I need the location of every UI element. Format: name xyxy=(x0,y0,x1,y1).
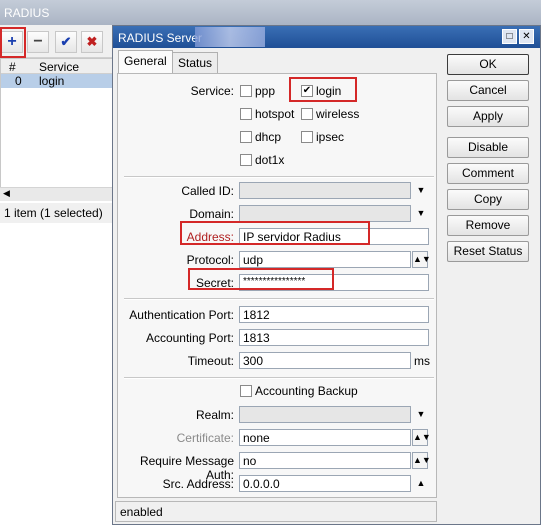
domain-label: Domain: xyxy=(189,207,234,221)
column-number[interactable]: # xyxy=(9,60,16,74)
row-service: login xyxy=(39,74,65,88)
wireless-label: wireless xyxy=(316,107,360,121)
dropdown-icon[interactable]: ▼ xyxy=(414,406,428,423)
protocol-select[interactable]: udp xyxy=(239,251,411,268)
title-blur-mark xyxy=(195,27,265,47)
ppp-checkbox[interactable] xyxy=(240,85,252,97)
collapse-icon[interactable]: ▲ xyxy=(414,475,428,492)
protocol-dropdown-icon[interactable]: ▲▼ xyxy=(412,251,431,268)
disable-button[interactable]: Disable xyxy=(447,137,529,158)
dropdown-icon[interactable]: ▼ xyxy=(414,205,428,222)
dialog-title: RADIUS Server xyxy=(113,26,540,48)
login-highlight xyxy=(289,77,357,102)
list-header: # Service xyxy=(1,59,114,74)
address-highlight xyxy=(180,221,370,245)
certificate-dropdown-icon[interactable]: ▲▼ xyxy=(412,429,431,446)
called-id-label: Called ID: xyxy=(181,184,234,198)
realm-field[interactable] xyxy=(239,406,411,423)
auth-port-field[interactable]: 1812 xyxy=(239,306,429,323)
protocol-label: Protocol: xyxy=(186,253,234,267)
ppp-label: ppp xyxy=(255,84,276,98)
src-address-label: Src. Address: xyxy=(162,477,234,491)
auth-port-label: Authentication Port: xyxy=(129,308,234,322)
add-button-highlight xyxy=(0,27,26,58)
ipsec-label: ipsec xyxy=(316,130,345,144)
timeout-field[interactable]: 300 xyxy=(239,352,411,369)
tab-general[interactable]: General xyxy=(118,50,173,74)
ipsec-checkbox[interactable] xyxy=(301,131,313,143)
scroll-left-icon[interactable]: ◀ xyxy=(3,188,10,199)
ok-button[interactable]: OK xyxy=(447,54,529,75)
require-message-auth-select[interactable]: no xyxy=(239,452,411,469)
wireless-checkbox[interactable] xyxy=(301,108,313,120)
cancel-button[interactable]: Cancel xyxy=(447,80,529,101)
separator xyxy=(124,377,434,379)
dot1x-label: dot1x xyxy=(255,153,285,167)
dropdown-icon[interactable]: ▼ xyxy=(414,182,428,199)
tab-status[interactable]: Status xyxy=(172,52,219,73)
list-status: 1 item (1 selected) xyxy=(0,203,115,223)
close-icon[interactable]: ✕ xyxy=(519,29,534,44)
require-message-auth-dropdown-icon[interactable]: ▲▼ xyxy=(412,452,431,469)
timeout-label: Timeout: xyxy=(187,354,234,368)
row-number: 0 xyxy=(15,74,22,88)
certificate-select[interactable]: none xyxy=(239,429,411,446)
remove-button[interactable]: Remove xyxy=(447,215,529,236)
enable-button[interactable]: ✔ xyxy=(55,31,77,53)
called-id-field[interactable] xyxy=(239,182,411,199)
separator xyxy=(124,298,434,300)
hotspot-label: hotspot xyxy=(255,107,295,121)
dialog-status: enabled xyxy=(115,501,437,522)
acct-port-field[interactable]: 1813 xyxy=(239,329,429,346)
apply-button[interactable]: Apply xyxy=(447,106,529,127)
domain-field[interactable] xyxy=(239,205,411,222)
horizontal-scrollbar[interactable]: ◀ xyxy=(0,187,115,201)
disable-button[interactable]: ✖ xyxy=(81,31,103,53)
separator xyxy=(124,176,434,178)
dhcp-checkbox[interactable] xyxy=(240,131,252,143)
service-label: Service: xyxy=(190,84,234,98)
remove-button[interactable]: − xyxy=(27,31,49,53)
timeout-unit: ms xyxy=(414,354,430,368)
column-service[interactable]: Service xyxy=(39,60,79,74)
src-address-field[interactable]: 0.0.0.0 xyxy=(239,475,411,492)
realm-label: Realm: xyxy=(195,408,234,422)
acct-port-label: Accounting Port: xyxy=(145,331,234,345)
certificate-label: Certificate: xyxy=(176,431,234,445)
copy-button[interactable]: Copy xyxy=(447,189,529,210)
table-row[interactable]: 0 login xyxy=(1,74,114,88)
maximize-icon[interactable]: □ xyxy=(502,29,517,44)
secret-highlight xyxy=(188,268,334,290)
dhcp-label: dhcp xyxy=(255,130,282,144)
accounting-backup-checkbox[interactable] xyxy=(240,385,252,397)
dot1x-checkbox[interactable] xyxy=(240,154,252,166)
accounting-backup-label: Accounting Backup xyxy=(255,384,358,398)
hotspot-checkbox[interactable] xyxy=(240,108,252,120)
radius-window-title: RADIUS xyxy=(0,0,541,25)
comment-button[interactable]: Comment xyxy=(447,163,529,184)
reset-status-button[interactable]: Reset Status xyxy=(447,241,529,262)
